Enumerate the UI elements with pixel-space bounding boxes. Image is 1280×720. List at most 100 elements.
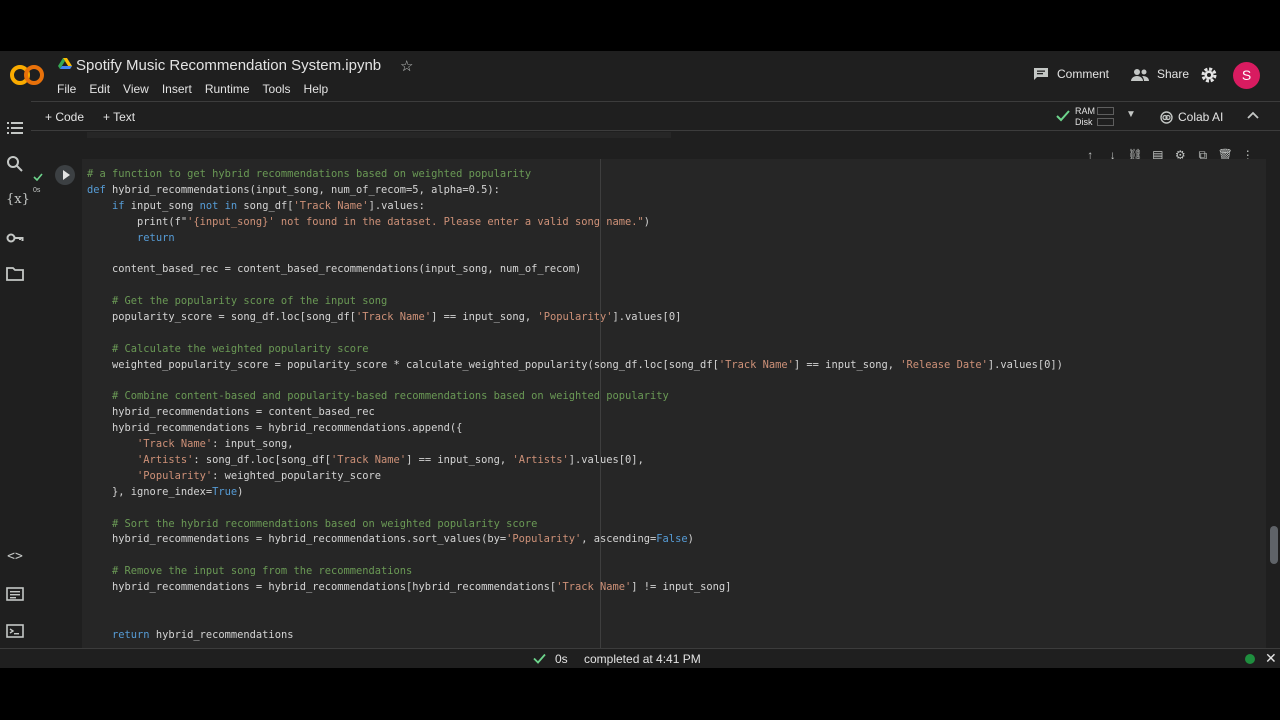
code-line[interactable]: # Get the popularity score of the input … [87,294,1063,310]
people-icon [1131,68,1149,81]
code-line[interactable] [87,548,1063,564]
code-token: : input_song, [212,438,294,451]
key-icon[interactable] [6,229,24,247]
left-rail: {x} <> [0,101,31,668]
comment-label: Comment [1057,67,1110,81]
scrollbar-thumb[interactable] [1270,526,1278,564]
chevron-up-icon[interactable] [1246,108,1260,122]
code-token: # Calculate the weighted popularity scor… [112,342,369,355]
code-token: ) [687,533,694,546]
code-line[interactable] [87,612,1063,628]
code-token: 'Popularity' [506,533,582,546]
code-line[interactable]: print(f"'{input_song}' not found in the … [87,215,1063,231]
chevron-down-icon[interactable]: ▼ [1126,109,1136,120]
code-line[interactable]: 'Artists': song_df.loc[song_df['Track Na… [87,453,1063,469]
code-token: }, ignore_index= [87,485,213,498]
ram-bar [1097,107,1114,115]
menu-tools[interactable]: Tools [263,82,291,96]
command-palette-icon[interactable] [6,585,24,603]
colab-ai-button[interactable]: Colab AI [1160,110,1223,124]
code-line[interactable]: hybrid_recommendations = hybrid_recommen… [87,532,1063,548]
code-line[interactable]: hybrid_recommendations = hybrid_recommen… [87,421,1063,437]
share-label: Share [1157,67,1190,81]
status-text[interactable]: completed at 4:41 PM [584,652,701,666]
gear-icon[interactable] [1200,66,1218,84]
code-token: hybrid_recommendations = hybrid_recommen… [87,422,463,435]
code-editor[interactable]: # a function to get hybrid recommendatio… [82,159,1266,668]
previous-cell-edge [87,132,671,138]
notebook-title[interactable]: Spotify Music Recommendation System.ipyn… [76,57,381,74]
code-line[interactable]: popularity_score = song_df.loc[song_df[ '… [87,310,1063,326]
menu-file[interactable]: File [57,82,76,96]
close-icon[interactable]: ✕ [1265,650,1277,667]
code-line[interactable]: def hybrid_recommendations(input_song, n… [87,183,1063,199]
code-line[interactable]: hybrid_recommendations = content_based_r… [87,405,1063,421]
code-line[interactable]: }, ignore_index=True) [87,485,1063,501]
search-icon[interactable] [6,155,24,173]
code-line[interactable] [87,326,1063,342]
colab-logo-icon[interactable] [9,63,45,87]
code-line[interactable]: # a function to get hybrid recommendatio… [87,167,1063,183]
code-snippets-icon[interactable]: <> [6,548,24,566]
connection-dot-icon [1245,654,1255,664]
code-token: ] == input_song, [793,358,901,371]
share-button[interactable]: Share [1131,67,1189,81]
menu-view[interactable]: View [123,82,149,96]
folder-icon[interactable] [6,265,24,283]
code-line[interactable] [87,374,1063,390]
menu-help[interactable]: Help [304,82,329,96]
code-line[interactable] [87,246,1063,262]
comment-button[interactable]: Comment [1033,67,1109,81]
exec-time: 0s [33,187,41,194]
ram-label: RAM [1075,106,1095,116]
menu-insert[interactable]: Insert [162,82,192,96]
code-token: ) [643,215,651,228]
code-token: 'Track Name' [137,438,213,451]
code-line[interactable]: return [87,231,1063,247]
code-line[interactable]: 'Track Name': input_song, [87,437,1063,453]
avatar[interactable]: S [1233,62,1260,89]
code-line[interactable]: hybrid_recommendations = hybrid_recommen… [87,580,1063,596]
comment-icon [1034,68,1048,80]
terminal-icon[interactable] [6,622,24,640]
code-line[interactable]: # Sort the hybrid recommendations based … [87,517,1063,533]
code-token: ].values[0], [568,454,644,467]
code-token: ].values[0] [612,311,682,324]
code-line[interactable]: 'Popularity': weighted_popularity_score [87,469,1063,485]
code-token: popularity_score = song_df.loc[song_df[ [87,311,356,324]
code-token: 'Popularity' [537,311,613,324]
code-line[interactable] [87,501,1063,517]
table-of-contents-icon[interactable] [6,119,24,137]
resource-labels[interactable]: RAM Disk [1075,106,1095,128]
colab-window: Spotify Music Recommendation System.ipyn… [0,51,1280,668]
code-line[interactable]: # Remove the input song from the recomme… [87,564,1063,580]
code-line[interactable]: # Calculate the weighted popularity scor… [87,342,1063,358]
star-icon[interactable]: ☆ [400,57,413,75]
colab-ai-label: Colab AI [1178,110,1224,124]
code-token: ].values[0]) [987,358,1063,371]
code-token: return [137,231,175,244]
code-token: song_df[ [237,199,294,212]
add-code-button[interactable]: + Code [45,110,84,124]
menu-runtime[interactable]: Runtime [205,82,250,96]
resource-bars[interactable] [1097,107,1114,129]
drive-icon [58,58,72,69]
code-line[interactable]: weighted_popularity_score = popularity_s… [87,358,1063,374]
code-line[interactable]: # Combine content-based and popularity-b… [87,389,1063,405]
code-line[interactable]: content_based_rec = content_based_recomm… [87,262,1063,278]
code-line[interactable]: return hybrid_recommendations [87,628,1063,644]
variables-icon[interactable]: {x} [6,191,30,209]
status-check-icon [533,653,546,664]
menu-edit[interactable]: Edit [89,82,110,96]
code-line[interactable] [87,596,1063,612]
code-token: False [656,533,688,546]
run-cell-button[interactable] [55,165,75,185]
code-line[interactable] [87,278,1063,294]
add-text-button[interactable]: + Text [103,110,135,124]
code-line[interactable]: if input_song not in song_df['Track Name… [87,199,1063,215]
